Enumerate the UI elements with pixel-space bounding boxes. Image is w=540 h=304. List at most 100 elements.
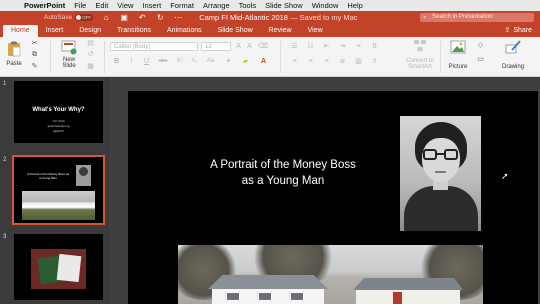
smartart-icon [414, 40, 426, 51]
tab-transitions[interactable]: Transitions [109, 25, 159, 37]
justify-icon[interactable]: ≣ [338, 57, 347, 66]
more-icon[interactable]: ⋯ [173, 13, 183, 22]
menu-file[interactable]: File [74, 1, 86, 10]
text-direction-icon[interactable]: ⇅ [370, 42, 379, 51]
save-icon[interactable]: ▣ [119, 13, 129, 22]
drawing-icon [505, 40, 521, 54]
new-slide-label: New Slide [62, 57, 76, 69]
ribbon-divider [280, 41, 281, 73]
portrait-photo[interactable] [400, 116, 481, 231]
menu-slide-show[interactable]: Slide Show [265, 1, 303, 10]
tab-home[interactable]: Home [3, 25, 38, 37]
font-name-field[interactable]: Calibri (Body) [110, 42, 198, 51]
window-titlebar: AutoSave OFF ⌂ ▣ ↶ ↻ ⋯ Camp FI Mid-Atlan… [0, 11, 540, 24]
decrease-indent-icon[interactable]: ⇤ [322, 42, 331, 51]
highlight-icon[interactable]: ▰ [241, 57, 250, 66]
align-text-icon[interactable]: ⇳ [370, 57, 379, 66]
underline-button[interactable]: U [142, 57, 151, 66]
tab-view[interactable]: View [300, 25, 331, 37]
thumb1-handle: @jdroth [53, 129, 64, 133]
section-icon[interactable]: ▦ [86, 62, 95, 71]
align-left-icon[interactable]: ≡ [290, 57, 299, 66]
slide-title[interactable]: A Portrait of the Money Boss as a Young … [188, 157, 378, 189]
drawing-button[interactable]: Drawing [500, 40, 526, 70]
house-window [258, 292, 272, 301]
menu-window[interactable]: Window [312, 1, 339, 10]
bold-button[interactable]: B [112, 57, 121, 66]
cut-icon[interactable]: ✂ [30, 39, 39, 48]
format-painter-icon[interactable]: ✎ [30, 62, 39, 71]
current-slide[interactable]: A Portrait of the Money Boss as a Young … [128, 91, 538, 304]
font-color-icon[interactable]: A [259, 57, 268, 66]
thumb1-site: getrichslowly.org [47, 124, 70, 128]
layout-icon[interactable]: ▤ [86, 39, 95, 48]
house-roof [353, 278, 463, 290]
redo-icon[interactable]: ↻ [155, 13, 165, 22]
shapes-icon[interactable]: ◇ [476, 41, 485, 50]
paste-button[interactable]: Paste [3, 41, 25, 67]
text-box-icon[interactable]: ▭ [476, 55, 485, 64]
slide-thumbnails-pane[interactable]: 1 What's Your Why? J.D. Roth getrichslow… [0, 77, 109, 304]
align-center-icon[interactable]: ≡ [306, 57, 315, 66]
align-right-icon[interactable]: ≡ [322, 57, 331, 66]
thumb1-title: What's Your Why? [32, 107, 85, 113]
tab-design[interactable]: Design [71, 25, 109, 37]
tab-review[interactable]: Review [261, 25, 300, 37]
clear-format-icon[interactable]: ⌫ [258, 42, 268, 51]
convert-smartart-button[interactable]: Convert to SmartArt [404, 39, 436, 70]
tab-insert[interactable]: Insert [38, 25, 72, 37]
menu-powerpoint[interactable]: PowerPoint [24, 1, 65, 10]
increase-font-icon[interactable]: A [234, 42, 243, 51]
slide-thumbnail-1[interactable]: What's Your Why? J.D. Roth getrichslowly… [14, 81, 103, 143]
menu-view[interactable]: View [117, 1, 133, 10]
slide-title-line-2: as a Young Man [241, 175, 325, 187]
picture-button[interactable]: Picture [445, 40, 471, 70]
search-input[interactable]: ⌕ Search in Presentation [420, 13, 534, 22]
slide-editor[interactable]: A Portrait of the Money Boss as a Young … [109, 77, 540, 304]
change-case-button[interactable]: Aa [205, 57, 216, 66]
numbering-icon[interactable]: ☷ [306, 42, 315, 51]
search-placeholder: Search in Presentation [432, 14, 493, 20]
menu-tools[interactable]: Tools [239, 1, 257, 10]
subscript-button[interactable]: X₂ [189, 57, 200, 66]
slide-thumbnail-3[interactable] [14, 234, 103, 300]
menu-format[interactable]: Format [170, 1, 194, 10]
italic-button[interactable]: I [127, 57, 136, 66]
copy-icon[interactable]: ⧉ [30, 50, 39, 59]
thumb2-house-photo [22, 191, 95, 220]
slide-title-line-1: A Portrait of the Money Boss [210, 159, 356, 171]
slide-number: 1 [3, 81, 7, 87]
menu-arrange[interactable]: Arrange [203, 1, 230, 10]
thumb3-card [56, 253, 82, 283]
share-button[interactable]: ⇪ Share [504, 25, 532, 36]
tab-slide-show[interactable]: Slide Show [210, 25, 261, 37]
ribbon-tabs: Home Insert Design Transitions Animation… [0, 24, 540, 37]
ribbon-divider [104, 41, 105, 73]
strikethrough-button[interactable]: abc [157, 57, 169, 66]
increase-indent-icon[interactable]: ⇥ [338, 42, 347, 51]
font-size-field[interactable]: 12 [201, 42, 231, 51]
autosave-state: OFF [82, 15, 92, 20]
line-spacing-icon[interactable]: ≡ [354, 42, 363, 51]
slide-thumbnail-2[interactable]: A Portrait of the Money Boss as a Young … [12, 155, 105, 225]
reset-icon[interactable]: ↺ [86, 50, 95, 59]
bullets-icon[interactable]: ☰ [290, 42, 299, 51]
text-effects-icon[interactable]: ✦ [224, 57, 233, 66]
new-slide-button[interactable]: New Slide [57, 40, 81, 69]
apple-menu-icon[interactable] [8, 2, 16, 10]
undo-icon[interactable]: ↶ [137, 13, 147, 22]
slide-number: 3 [3, 234, 7, 240]
tab-animations[interactable]: Animations [159, 25, 210, 37]
decrease-font-icon[interactable]: A [245, 42, 254, 51]
columns-icon[interactable]: ▥ [354, 57, 363, 66]
share-icon: ⇪ [504, 27, 511, 34]
mouse-pointer-icon: ➚ [501, 171, 509, 181]
autosave-toggle[interactable]: OFF [75, 14, 94, 21]
home-icon[interactable]: ⌂ [101, 13, 111, 22]
superscript-button[interactable]: X² [174, 57, 185, 66]
menu-insert[interactable]: Insert [142, 1, 161, 10]
menu-help[interactable]: Help [347, 1, 362, 10]
house-photo[interactable] [178, 245, 483, 304]
menu-edit[interactable]: Edit [95, 1, 108, 10]
macos-menubar: PowerPoint File Edit View Insert Format … [0, 0, 540, 11]
